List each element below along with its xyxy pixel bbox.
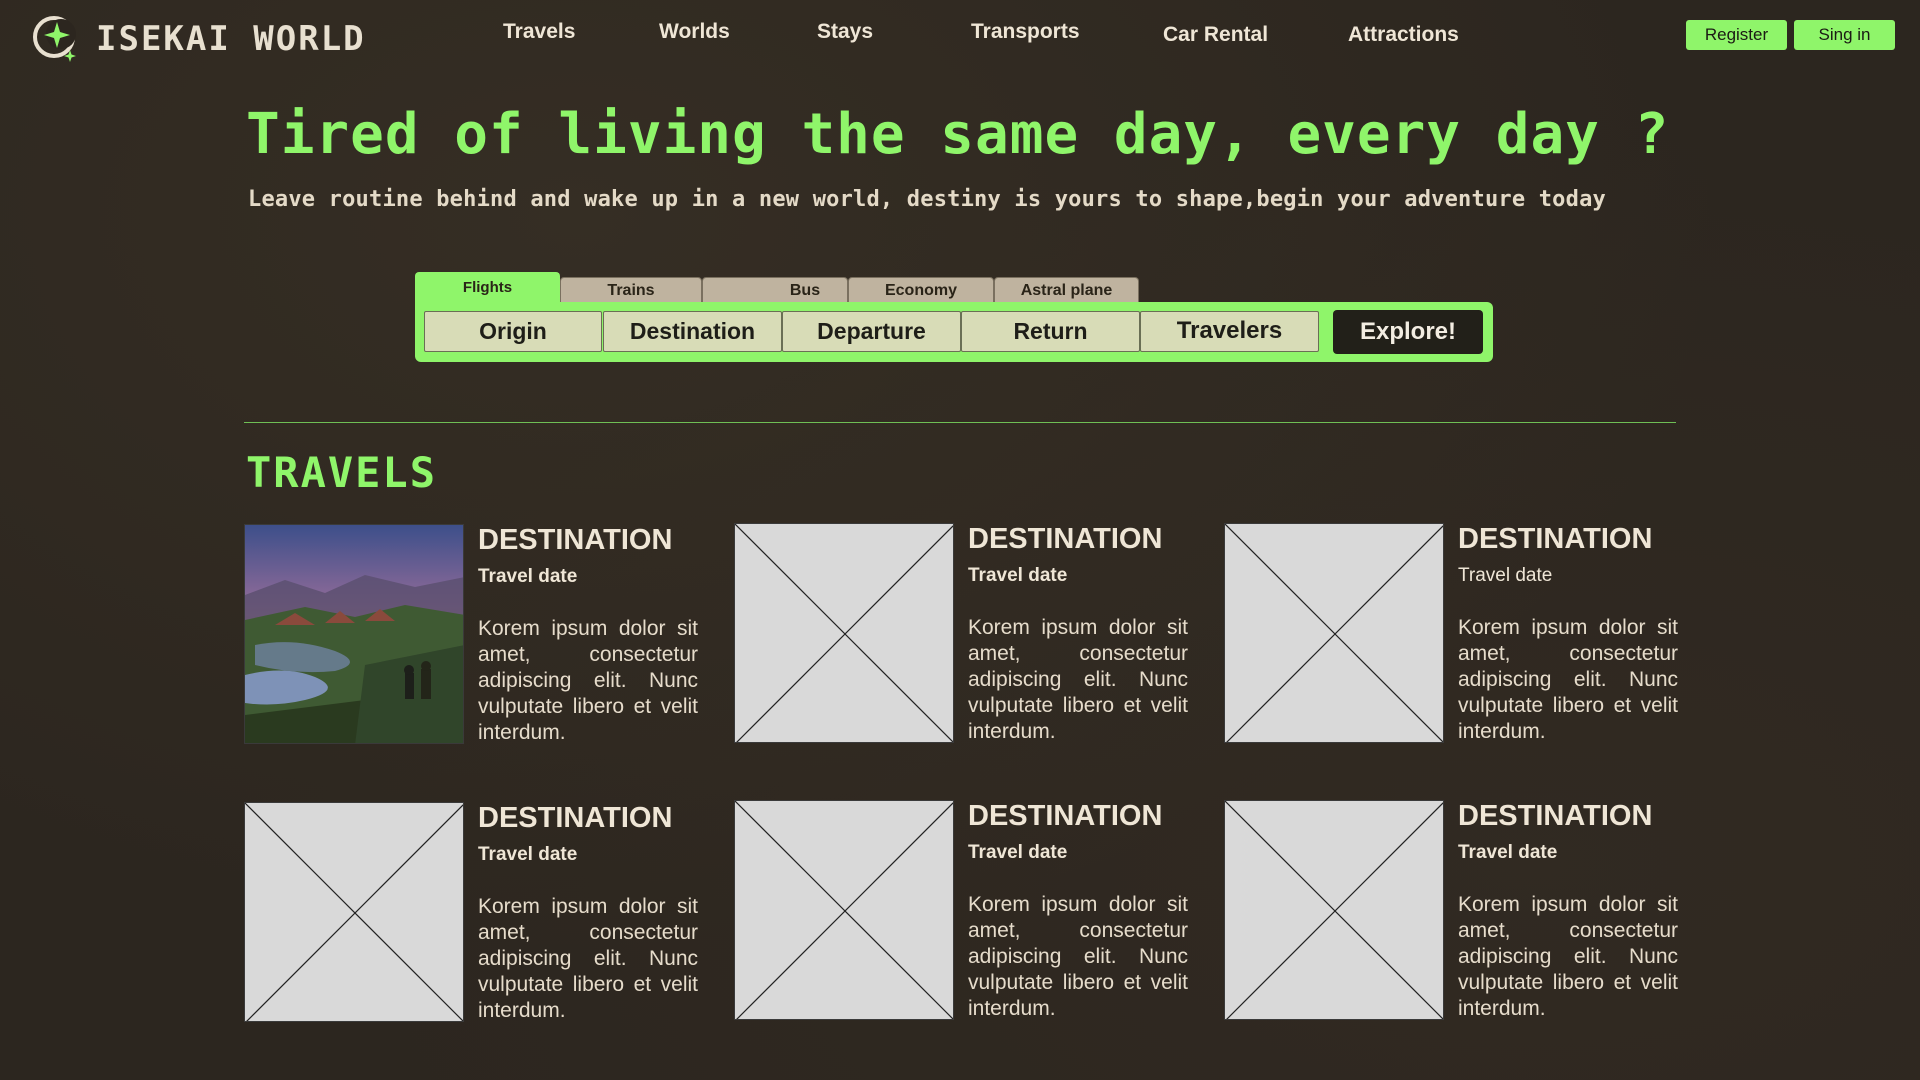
travel-card[interactable]: DESTINATION Travel date Korem ipsum dolo… <box>244 524 714 754</box>
tab-bus-label: Bus <box>789 282 821 299</box>
placeholder-cross-icon <box>735 801 953 1019</box>
image-placeholder <box>1224 800 1444 1020</box>
travel-card-date: Travel date <box>968 565 1068 586</box>
travels-heading: TRAVELS <box>246 448 438 497</box>
nav-item-travels[interactable]: Travels <box>503 20 575 44</box>
tab-flights[interactable]: Flights <box>415 272 560 304</box>
main-nav: Travels Worlds Stays Transports Car Rent… <box>0 18 1920 58</box>
travel-card-description: Korem ipsum dolor sit amet, consectetur … <box>478 895 698 1022</box>
search-bar: Origin Destination Departure Return Trav… <box>415 302 1493 362</box>
hero-subtitle: Leave routine behind and wake up in a ne… <box>248 187 1606 212</box>
image-placeholder <box>244 802 464 1022</box>
travel-card-description: Korem ipsum dolor sit amet, consectetur … <box>968 616 1188 743</box>
tab-astral-plane[interactable]: Astral plane <box>994 277 1139 304</box>
placeholder-cross-icon <box>1225 801 1443 1019</box>
destination-field[interactable]: Destination <box>603 311 782 352</box>
travel-card-date: Travel date <box>478 566 578 587</box>
travel-card-title: DESTINATION <box>968 523 1163 555</box>
explore-button[interactable]: Explore! <box>1333 310 1483 354</box>
travel-card-date: Travel date <box>1458 565 1553 586</box>
nav-item-transports[interactable]: Transports <box>971 20 1080 44</box>
placeholder-cross-icon <box>1225 524 1443 742</box>
travel-card-title: DESTINATION <box>1458 800 1653 832</box>
travel-card[interactable]: DESTINATION Travel date Korem ipsum dolo… <box>734 523 1204 753</box>
image-placeholder <box>734 800 954 1020</box>
hero-title: Tired of living the same day, every day … <box>246 102 1670 167</box>
travel-card-title: DESTINATION <box>478 802 673 834</box>
travel-card-description: Korem ipsum dolor sit amet, consectetur … <box>1458 616 1678 743</box>
travel-card-description: Korem ipsum dolor sit amet, consectetur … <box>478 617 698 744</box>
nav-item-stays[interactable]: Stays <box>817 20 873 44</box>
image-placeholder <box>1224 523 1444 743</box>
travel-card-date: Travel date <box>1458 842 1558 863</box>
tab-economy[interactable]: Economy <box>848 277 994 304</box>
section-divider <box>244 422 1676 423</box>
travel-card-title: DESTINATION <box>968 800 1163 832</box>
departure-field[interactable]: Departure <box>782 311 961 352</box>
register-button[interactable]: Register <box>1686 20 1787 50</box>
travel-card-image <box>244 524 464 744</box>
tab-trains[interactable]: Trains <box>560 277 702 304</box>
travelers-field[interactable]: Travelers <box>1140 311 1319 352</box>
travel-card-title: DESTINATION <box>478 524 673 556</box>
placeholder-cross-icon <box>245 803 463 1021</box>
tab-bus[interactable]: Bus <box>702 277 848 304</box>
nav-item-worlds[interactable]: Worlds <box>659 20 730 44</box>
nav-item-attractions[interactable]: Attractions <box>1348 23 1459 47</box>
image-placeholder <box>734 523 954 743</box>
travel-card[interactable]: DESTINATION Travel date Korem ipsum dolo… <box>1224 800 1694 1030</box>
travel-card[interactable]: DESTINATION Travel date Korem ipsum dolo… <box>244 802 714 1032</box>
travel-card-date: Travel date <box>968 842 1068 863</box>
travel-card[interactable]: DESTINATION Travel date Korem ipsum dolo… <box>734 800 1204 1030</box>
travel-card-date: Travel date <box>478 844 578 865</box>
sign-in-button[interactable]: Sing in <box>1794 20 1895 50</box>
travel-card-title: DESTINATION <box>1458 523 1653 555</box>
origin-field[interactable]: Origin <box>424 311 602 352</box>
travel-card-description: Korem ipsum dolor sit amet, consectetur … <box>968 893 1188 1020</box>
placeholder-cross-icon <box>735 524 953 742</box>
travel-card[interactable]: DESTINATION Travel date Korem ipsum dolo… <box>1224 523 1694 753</box>
travel-card-description: Korem ipsum dolor sit amet, consectetur … <box>1458 893 1678 1020</box>
landscape-painting-icon <box>245 525 463 743</box>
site-header: ISEKAI WORLD Travels Worlds Stays Transp… <box>0 0 1920 72</box>
nav-item-car-rental[interactable]: Car Rental <box>1163 23 1268 47</box>
return-field[interactable]: Return <box>961 311 1140 352</box>
